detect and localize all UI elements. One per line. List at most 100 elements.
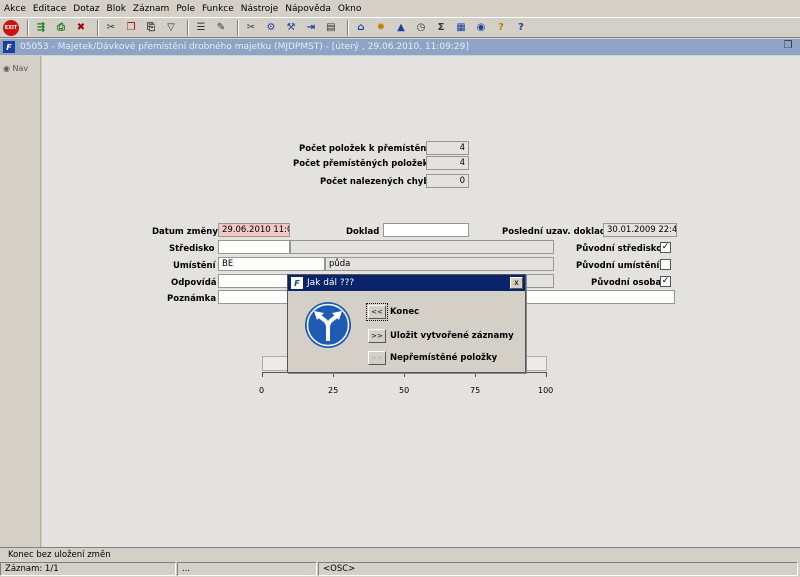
odpovida-field[interactable] <box>218 274 288 288</box>
menu-dotaz[interactable]: Dotaz <box>73 4 99 14</box>
indent-icon[interactable]: ⇥ <box>303 20 319 36</box>
nepremistene-polozky-button[interactable]: >> <box>368 351 386 365</box>
poznamka-label: Poznámka <box>167 294 217 304</box>
puvodni-stredisko-checkbox[interactable]: ✓ <box>660 242 671 253</box>
menu-okno[interactable]: Okno <box>338 4 362 14</box>
help-icon[interactable]: ? <box>493 20 509 36</box>
question-icon[interactable]: ? <box>513 20 529 36</box>
menu-napoveda[interactable]: Nápověda <box>285 4 331 14</box>
paste-icon[interactable]: ⎘ <box>143 20 159 36</box>
umisteni-label: Umístění <box>173 261 216 271</box>
nepremistene-polozky-label: Nepřemístěné položky <box>390 353 498 363</box>
progress-tick <box>262 372 263 377</box>
app-form-icon: F <box>3 41 15 53</box>
query-icon[interactable]: ⚙ <box>263 20 279 36</box>
toolbar-separator <box>237 19 239 36</box>
message-bar: Konec bez uložení změn <box>0 547 800 562</box>
toolbar-separator <box>347 19 349 36</box>
progress-tick-label: 100 <box>538 386 554 395</box>
menu-blok[interactable]: Blok <box>107 4 126 14</box>
edit-icon[interactable]: ✎ <box>213 20 229 36</box>
copy-icon[interactable]: ❐ <box>123 20 139 36</box>
dialog-close-button[interactable]: x <box>510 277 523 289</box>
status-ellipsis: ... <box>177 562 317 576</box>
save-icon[interactable]: ⇶ <box>33 20 49 36</box>
toolbar-separator <box>187 19 189 36</box>
datum-zmeny-label: Datum změny <box>152 227 218 237</box>
tools-icon[interactable]: ✂ <box>243 20 259 36</box>
sigma-icon[interactable]: Σ <box>433 20 449 36</box>
filter-icon[interactable]: ▽ <box>163 20 179 36</box>
jak-dal-dialog: F Jak dál ??? x << Konec >> Uložit vytvo… <box>287 274 526 373</box>
stredisko-name-field <box>290 240 554 254</box>
status-bar: Záznam: 1/1 ... <OSC> <box>0 562 800 577</box>
stredisko-field[interactable] <box>218 240 290 254</box>
umisteni-name-field: půda <box>325 257 554 271</box>
menu-pole[interactable]: Pole <box>176 4 195 14</box>
globe-icon[interactable]: ◉ <box>473 20 489 36</box>
print-icon[interactable]: ⎙ <box>53 20 69 36</box>
building-icon[interactable]: ⌂ <box>353 20 369 36</box>
summary-value-chyb: 0 <box>426 174 469 188</box>
summary-value-premistenych: 4 <box>426 156 469 170</box>
menu-nastroje[interactable]: Nástroje <box>241 4 279 14</box>
toolbar-separator <box>27 19 29 36</box>
menu-icon[interactable]: ▤ <box>323 20 339 36</box>
doklad-field[interactable] <box>383 223 469 237</box>
record-indicator: Záznam: 1/1 <box>0 562 176 576</box>
restore-icon[interactable]: ❐ <box>780 40 796 53</box>
menu-bar: Akce Editace Dotaz Blok Záznam Pole Funk… <box>0 0 800 17</box>
progress-tick-label: 50 <box>399 386 410 395</box>
sun-icon[interactable]: ✹ <box>373 20 389 36</box>
doklad-label: Doklad <box>346 227 380 237</box>
menu-zaznam[interactable]: Záznam <box>133 4 169 14</box>
nav-pane: ◉ Nav <box>0 56 41 547</box>
window-title: 05053 - Majetek/Dávkové přemístění drobn… <box>20 42 469 52</box>
exit-icon[interactable]: EXIT <box>3 19 19 36</box>
posledni-uzav-doklad-label: Poslední uzav. doklad <box>502 227 606 237</box>
nav-label: Nav <box>12 64 29 73</box>
odpovida-name-field <box>526 274 554 288</box>
ulozit-zaznamy-label: Uložit vytvořené záznamy <box>390 331 514 341</box>
progress-tick-label: 25 <box>328 386 339 395</box>
clock-icon[interactable]: ◷ <box>413 20 429 36</box>
poznamka-field-right[interactable] <box>526 290 675 304</box>
puvodni-umisteni-label: Původní umístění <box>576 261 660 271</box>
umisteni-field[interactable]: BE <box>218 257 325 271</box>
menu-akce[interactable]: Akce <box>4 4 26 14</box>
calc-icon[interactable]: ▦ <box>453 20 469 36</box>
wrench-icon[interactable]: ⚒ <box>283 20 299 36</box>
delete-icon[interactable]: ✖ <box>73 20 89 36</box>
progress-tick-label: 0 <box>259 386 265 395</box>
puvodni-umisteni-checkbox[interactable] <box>660 259 671 270</box>
ulozit-zaznamy-button[interactable]: >> <box>368 329 386 343</box>
progress-tick-label: 75 <box>470 386 481 395</box>
status-message: Konec bez uložení změn <box>8 550 111 560</box>
dialog-title: Jak dál ??? <box>307 278 355 288</box>
toolbar: EXIT ⇶ ⎙ ✖ ✂ ❐ ⎘ ▽ ☰ ✎ ✂ ⚙ ⚒ ⇥ ▤ ⌂ ✹ ▲ ◷… <box>0 17 800 38</box>
dialog-titlebar: F Jak dál ??? <box>288 275 525 291</box>
toolbar-separator <box>97 19 99 36</box>
puvodni-osoba-label: Původní osoba <box>591 278 662 288</box>
datum-zmeny-field[interactable]: 29.06.2010 11:09: <box>218 223 290 237</box>
summary-label-premistenych: Počet přemístěných položek <box>293 159 429 169</box>
poznamka-field[interactable] <box>218 290 288 304</box>
menu-funkce[interactable]: Funkce <box>202 4 234 14</box>
mode-indicator: <OSC> <box>318 562 798 576</box>
window-titlebar: F 05053 - Majetek/Dávkové přemístění dro… <box>0 39 800 55</box>
direction-sign-icon <box>305 302 351 348</box>
menu-editace[interactable]: Editace <box>33 4 66 14</box>
posledni-uzav-doklad-field: 30.01.2009 22:42: <box>603 223 677 237</box>
puvodni-osoba-checkbox[interactable]: ✓ <box>660 276 671 287</box>
app-form-icon: F <box>291 277 303 289</box>
konec-label: Konec <box>390 307 420 317</box>
nav-button[interactable]: ◉ Nav <box>3 64 28 73</box>
list-icon[interactable]: ☰ <box>193 20 209 36</box>
odpovida-label: Odpovídá <box>171 278 217 288</box>
summary-value-k-premisteni: 4 <box>426 141 469 155</box>
warning-icon[interactable]: ▲ <box>393 20 409 36</box>
cut-icon[interactable]: ✂ <box>103 20 119 36</box>
summary-label-chyb: Počet nalezených chyb <box>320 177 430 187</box>
stredisko-label: Středisko <box>169 244 215 254</box>
konec-button[interactable]: << <box>366 303 388 321</box>
